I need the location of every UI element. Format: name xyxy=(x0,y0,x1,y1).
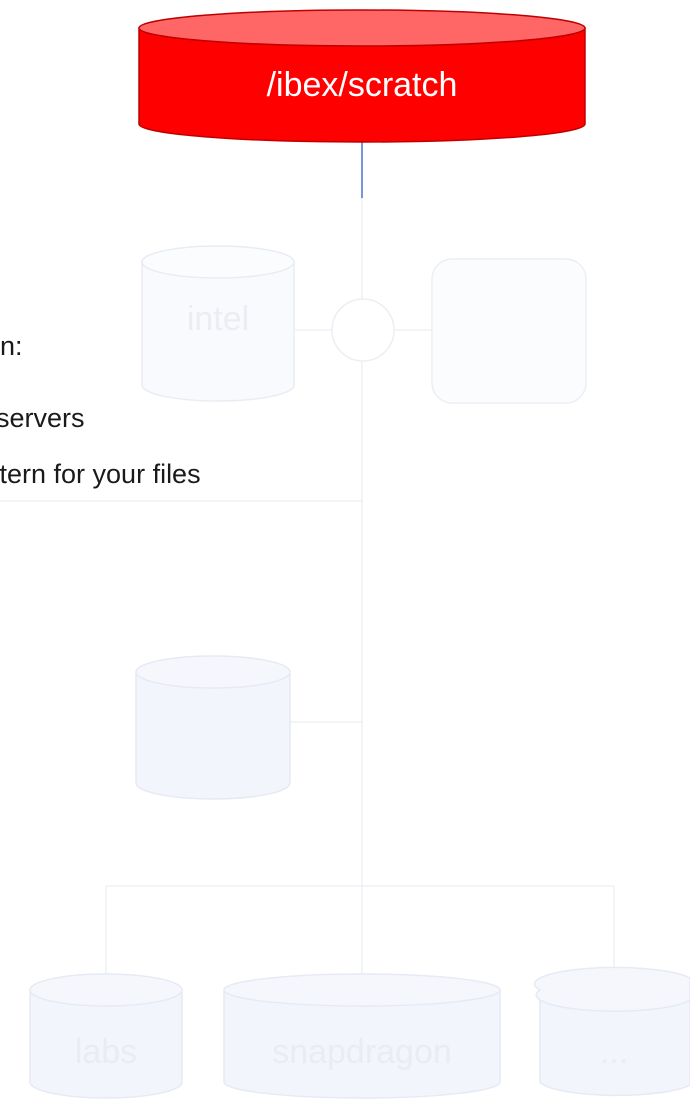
labs-label: labs xyxy=(75,1033,137,1071)
labs-cylinder[interactable]: labs xyxy=(29,973,183,1099)
scratch-cylinder-top xyxy=(138,9,586,47)
scratch-label: /ibex/scratch xyxy=(267,66,458,104)
text-line-1: n: xyxy=(0,331,23,361)
snapdragon-label: snapdragon xyxy=(272,1033,452,1071)
middle-cylinder xyxy=(135,655,291,800)
text-line-2: servers xyxy=(0,403,85,433)
intel-cylinder-top xyxy=(141,245,295,279)
middle-cylinder-body xyxy=(135,671,291,800)
more-label: ... xyxy=(600,1033,628,1071)
intel-label: intel xyxy=(187,300,249,338)
more-cylinder-top xyxy=(533,966,690,1012)
snapdragon-cylinder-top xyxy=(223,973,501,1007)
faded-rounded-box xyxy=(431,258,587,404)
snapdragon-cylinder[interactable]: snapdragon xyxy=(223,973,501,1099)
more-cylinder[interactable]: ... xyxy=(533,966,690,1097)
text-line-3: ttern for your files xyxy=(0,459,201,489)
hub-circle xyxy=(331,298,395,362)
scratch-cylinder[interactable]: /ibex/scratch xyxy=(138,9,586,143)
labs-cylinder-top xyxy=(29,973,183,1007)
intel-cylinder[interactable]: intel xyxy=(141,245,295,402)
storage-diagram: /ibex/scratch intel labs snapdragon ... xyxy=(0,9,690,1099)
middle-cylinder-top xyxy=(135,655,291,689)
